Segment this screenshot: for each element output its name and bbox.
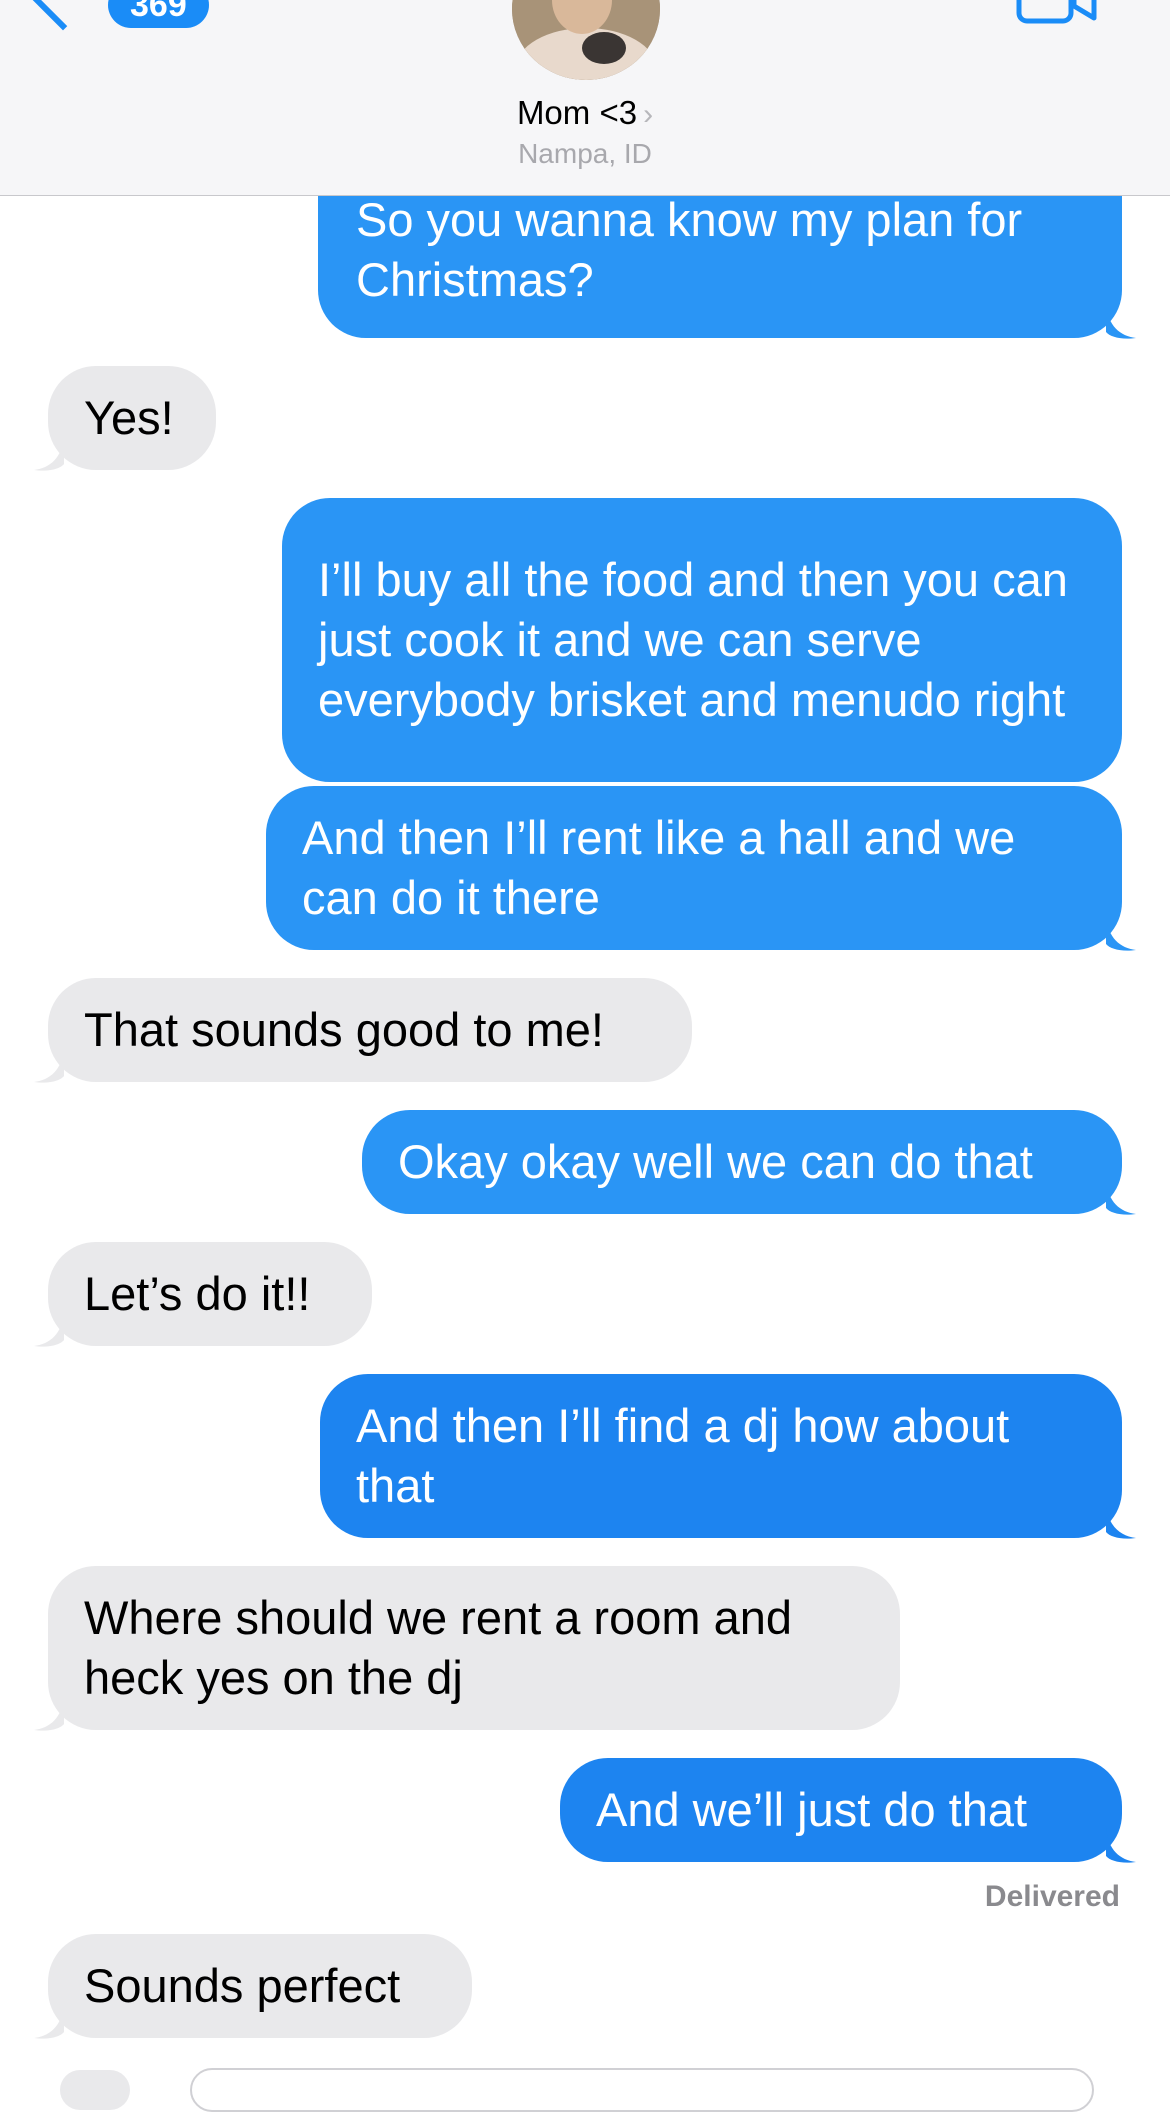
bubble-tail <box>34 1696 64 1731</box>
outgoing-message[interactable]: So you wanna know my plan for Christmas? <box>318 180 1136 339</box>
bubble-tail <box>34 1312 64 1347</box>
bubble-tail <box>1106 1504 1136 1539</box>
contact-name[interactable]: Mom <3 › <box>0 94 1170 132</box>
bubble-tail <box>1106 1828 1136 1863</box>
bubble-tail <box>1106 304 1136 339</box>
back-chevron-icon[interactable] <box>27 0 99 31</box>
unread-count-badge[interactable]: 369 <box>108 0 209 28</box>
bubble-tail <box>1106 916 1136 951</box>
incoming-message[interactable]: Where should we rent a room and heck yes… <box>34 1566 900 1731</box>
contact-location: Nampa, ID <box>518 138 652 169</box>
outgoing-message[interactable]: And we’ll just do that <box>560 1758 1136 1863</box>
bubble-tail <box>1106 1180 1136 1215</box>
contact-avatar[interactable] <box>512 0 660 80</box>
chevron-right-icon: › <box>643 98 654 131</box>
conversation-header: 369 Mom <3 › Nampa, ID <box>0 0 1170 196</box>
outgoing-message[interactable]: Okay okay well we can do that <box>362 1110 1136 1215</box>
delivered-status: Delivered <box>984 1880 1120 1913</box>
message-input[interactable] <box>190 2068 1094 2112</box>
bubble-tail <box>34 1048 64 1083</box>
incoming-message[interactable]: Yes! <box>34 366 216 471</box>
outgoing-message[interactable]: And then I’ll find a dj how about that <box>320 1374 1136 1539</box>
outgoing-message[interactable]: And then I’ll rent like a hall and we ca… <box>266 786 1136 951</box>
bubble-tail <box>34 2004 64 2039</box>
apps-button[interactable] <box>60 2070 130 2110</box>
incoming-message[interactable]: Let’s do it!! <box>34 1242 372 1347</box>
video-camera-icon[interactable] <box>1016 0 1098 24</box>
bubble-tail <box>34 436 64 471</box>
incoming-message[interactable]: Sounds perfect <box>34 1934 472 2039</box>
outgoing-message[interactable]: I’ll buy all the food and then you can j… <box>282 498 1122 782</box>
incoming-message[interactable]: That sounds good to me! <box>34 978 692 1083</box>
